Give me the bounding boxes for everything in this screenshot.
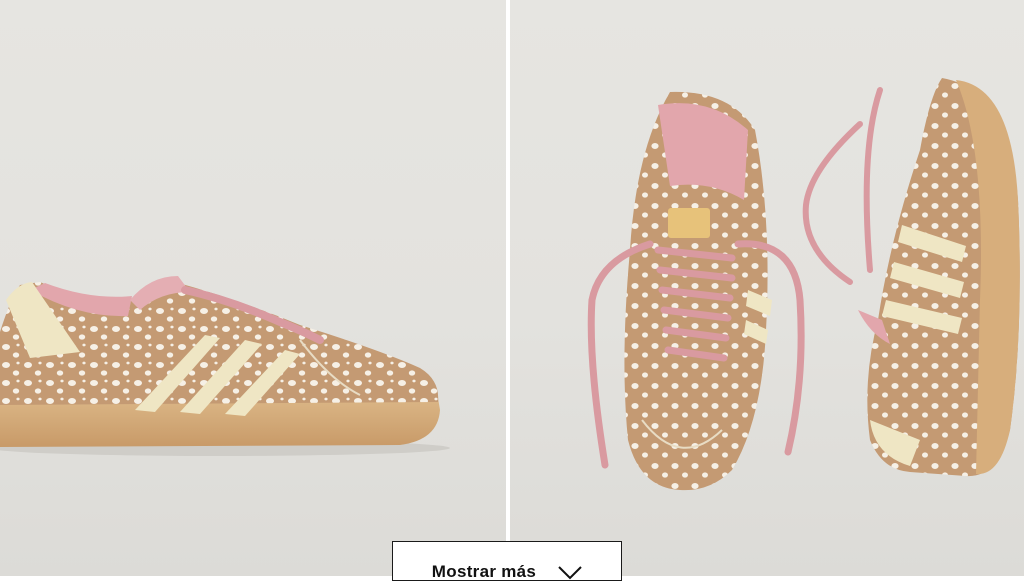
product-image-top-view[interactable] — [510, 0, 1024, 576]
show-more-label: Mostrar más — [431, 562, 537, 581]
sneaker-side-illustration — [0, 276, 450, 456]
show-more-button[interactable]: Mostrar más — [392, 541, 622, 581]
product-image-gallery: Mostrar más — [0, 0, 1024, 581]
product-image-side-view[interactable] — [0, 0, 506, 576]
sneaker-pair-illustration — [587, 78, 1020, 491]
